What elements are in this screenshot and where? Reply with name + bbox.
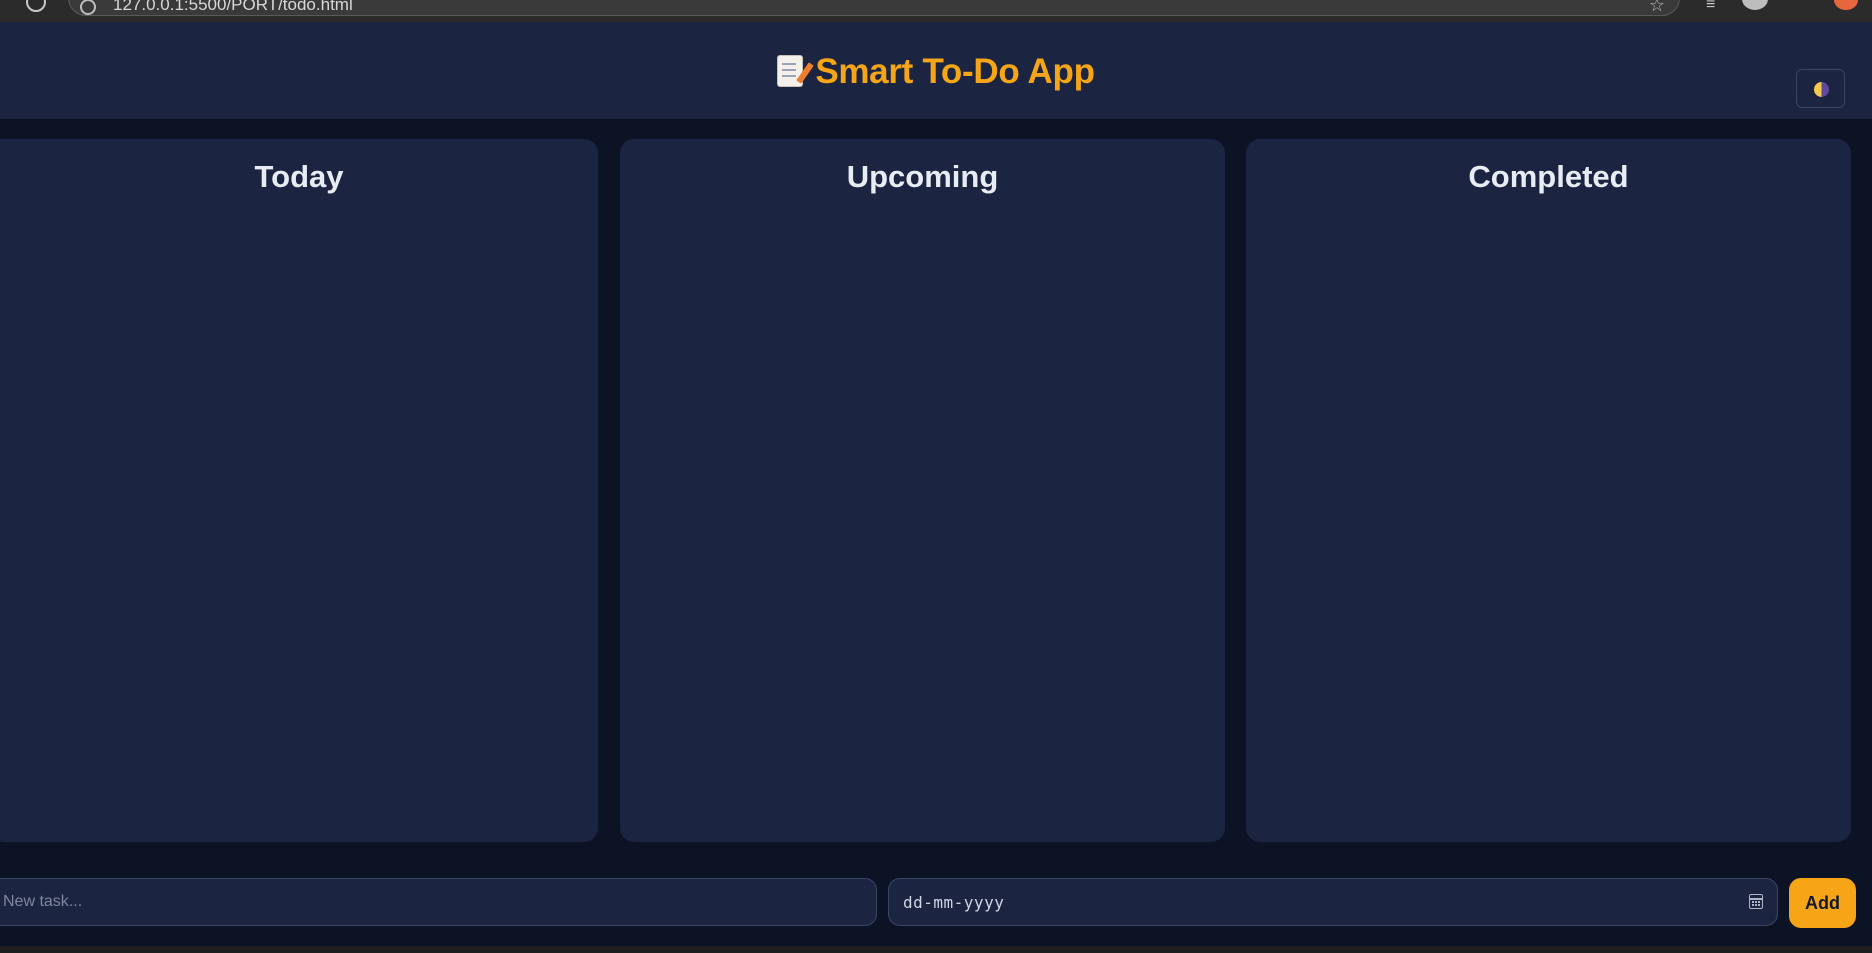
reload-icon[interactable] <box>26 0 46 12</box>
memo-icon <box>777 55 804 87</box>
column-today: Today <box>0 139 598 842</box>
column-upcoming: Upcoming <box>620 139 1225 842</box>
date-placeholder: dd-mm-yyyy <box>903 893 1005 912</box>
column-completed: Completed <box>1246 139 1851 842</box>
app-header: Smart To-Do App <box>0 22 1872 119</box>
os-taskbar <box>0 946 1872 953</box>
theme-toggle-button[interactable] <box>1796 69 1845 108</box>
bookmark-star-icon[interactable]: ☆ <box>1649 0 1665 16</box>
column-title-completed: Completed <box>1468 159 1629 194</box>
half-moon-icon <box>1814 82 1829 97</box>
profile-avatar[interactable] <box>1742 0 1768 10</box>
new-task-bar: dd-mm-yyyy Add <box>0 862 1872 953</box>
site-info-icon[interactable] <box>80 0 96 15</box>
reading-list-icon[interactable]: ≡ <box>1706 0 1715 14</box>
column-title-upcoming: Upcoming <box>846 159 999 194</box>
add-task-button[interactable]: Add <box>1789 878 1856 928</box>
calendar-icon[interactable] <box>1749 894 1763 909</box>
url-text: 127.0.0.1:5500/PORT/todo.html <box>113 0 353 14</box>
new-task-input[interactable] <box>0 878 877 926</box>
app-title-text: Smart To-Do App <box>815 52 1095 91</box>
due-date-input[interactable]: dd-mm-yyyy <box>888 878 1778 926</box>
extension-icon[interactable] <box>1834 0 1858 10</box>
app-title: Smart To-Do App <box>0 52 1872 92</box>
browser-toolbar: 127.0.0.1:5500/PORT/todo.html ☆ ≡ <box>0 0 1872 22</box>
column-title-today: Today <box>254 159 344 194</box>
address-bar[interactable]: 127.0.0.1:5500/PORT/todo.html ☆ <box>68 0 1680 16</box>
